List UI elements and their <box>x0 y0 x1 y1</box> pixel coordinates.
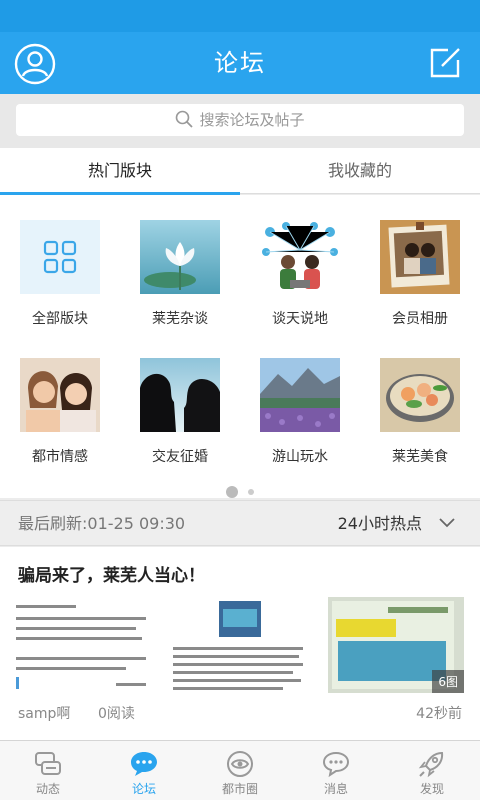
search-area: 搜索论坛及帖子 <box>0 94 480 148</box>
people-network-image <box>260 220 340 294</box>
image-count-badge: 6图 <box>432 670 464 693</box>
board-all[interactable]: 全部版块 <box>0 220 120 328</box>
search-input[interactable]: 搜索论坛及帖子 <box>16 104 464 136</box>
two-women-image <box>20 358 100 432</box>
board-label: 会员相册 <box>392 311 448 327</box>
nav-item-feed[interactable]: 动态 <box>0 741 96 800</box>
page-dot <box>248 488 254 495</box>
landscape-image <box>260 358 340 432</box>
post-card[interactable]: 骗局来了，莱芜人当心！ 6图 samp啊 0阅读 42秒前 <box>0 547 480 740</box>
search-placeholder: 搜索论坛及帖子 <box>199 111 305 129</box>
page-indicator <box>0 481 480 500</box>
board-dating[interactable]: 交友征婚 <box>120 358 240 466</box>
page-dot-active <box>226 485 238 498</box>
page-title: 论坛 <box>214 49 266 77</box>
rocket-icon <box>418 751 444 778</box>
status-bar <box>0 0 480 32</box>
board-chat[interactable]: 谈天说地 <box>240 220 360 328</box>
tab-favorites[interactable]: 我收藏的 <box>240 148 480 194</box>
board-all-thumb <box>20 220 100 294</box>
nav-label: 消息 <box>323 782 348 796</box>
nav-label: 动态 <box>35 782 60 796</box>
board-label: 谈天说地 <box>272 311 328 327</box>
nav-item-messages[interactable]: 消息 <box>288 741 384 800</box>
post-image[interactable] <box>16 597 152 693</box>
post-read-count: 0阅读 <box>98 706 135 722</box>
search-icon <box>176 110 194 128</box>
feed-icon <box>35 752 61 775</box>
food-pot-image <box>380 358 460 432</box>
tab-hot-boards[interactable]: 热门版块 <box>0 148 240 195</box>
nav-item-city-circle[interactable]: 都市圈 <box>192 741 288 800</box>
couple-silhouette-image <box>140 358 220 432</box>
hot-filter-label[interactable]: 24小时热点 <box>338 501 422 547</box>
post-image[interactable]: 6图 <box>328 597 464 693</box>
last-refresh-text: 最后刷新:01-25 09:30 <box>18 514 186 533</box>
app-header: 论坛 <box>0 32 480 94</box>
nav-item-forum[interactable]: 论坛 <box>96 741 192 800</box>
board-label: 莱芜杂谈 <box>152 311 208 327</box>
post-image[interactable] <box>173 597 309 693</box>
board-food[interactable]: 莱芜美食 <box>360 358 480 466</box>
board-city-emotion[interactable]: 都市情感 <box>0 358 120 466</box>
nav-label: 发现 <box>419 782 444 796</box>
board-travel[interactable]: 游山玩水 <box>240 358 360 466</box>
board-label: 都市情感 <box>32 449 88 465</box>
nav-label: 论坛 <box>131 782 156 796</box>
nav-label: 都市圈 <box>221 782 258 796</box>
board-grid: 全部版块 莱芜杂谈 谈天说地 会员相册 都市情感 交友征婚 游山玩水 莱芜美食 <box>0 195 480 498</box>
post-time: 42秒前 <box>416 706 462 722</box>
compose-icon[interactable] <box>428 46 462 80</box>
board-album[interactable]: 会员相册 <box>360 220 480 328</box>
message-icon <box>322 751 350 778</box>
board-label: 交友征婚 <box>152 449 208 465</box>
chat-bubble-icon <box>131 752 157 776</box>
grid-icon <box>43 240 77 274</box>
tab-bar: 热门版块 我收藏的 <box>0 148 480 195</box>
post-author[interactable]: samp啊 <box>18 703 70 723</box>
board-label: 游山玩水 <box>272 449 328 465</box>
board-label: 全部版块 <box>32 311 88 327</box>
board-label: 莱芜美食 <box>392 449 448 465</box>
post-title[interactable]: 骗局来了，莱芜人当心！ <box>18 561 205 586</box>
refresh-bar: 最后刷新:01-25 09:30 24小时热点 <box>0 500 480 546</box>
bottom-nav: 动态 论坛 都市圈 消息 发现 <box>0 740 480 800</box>
lotus-image <box>140 220 220 294</box>
nav-item-discover[interactable]: 发现 <box>384 741 480 800</box>
board-laiwu-misc[interactable]: 莱芜杂谈 <box>120 220 240 328</box>
photo-album-image <box>380 220 460 294</box>
chevron-down-icon[interactable] <box>438 516 456 530</box>
eye-circle-icon <box>227 751 253 777</box>
